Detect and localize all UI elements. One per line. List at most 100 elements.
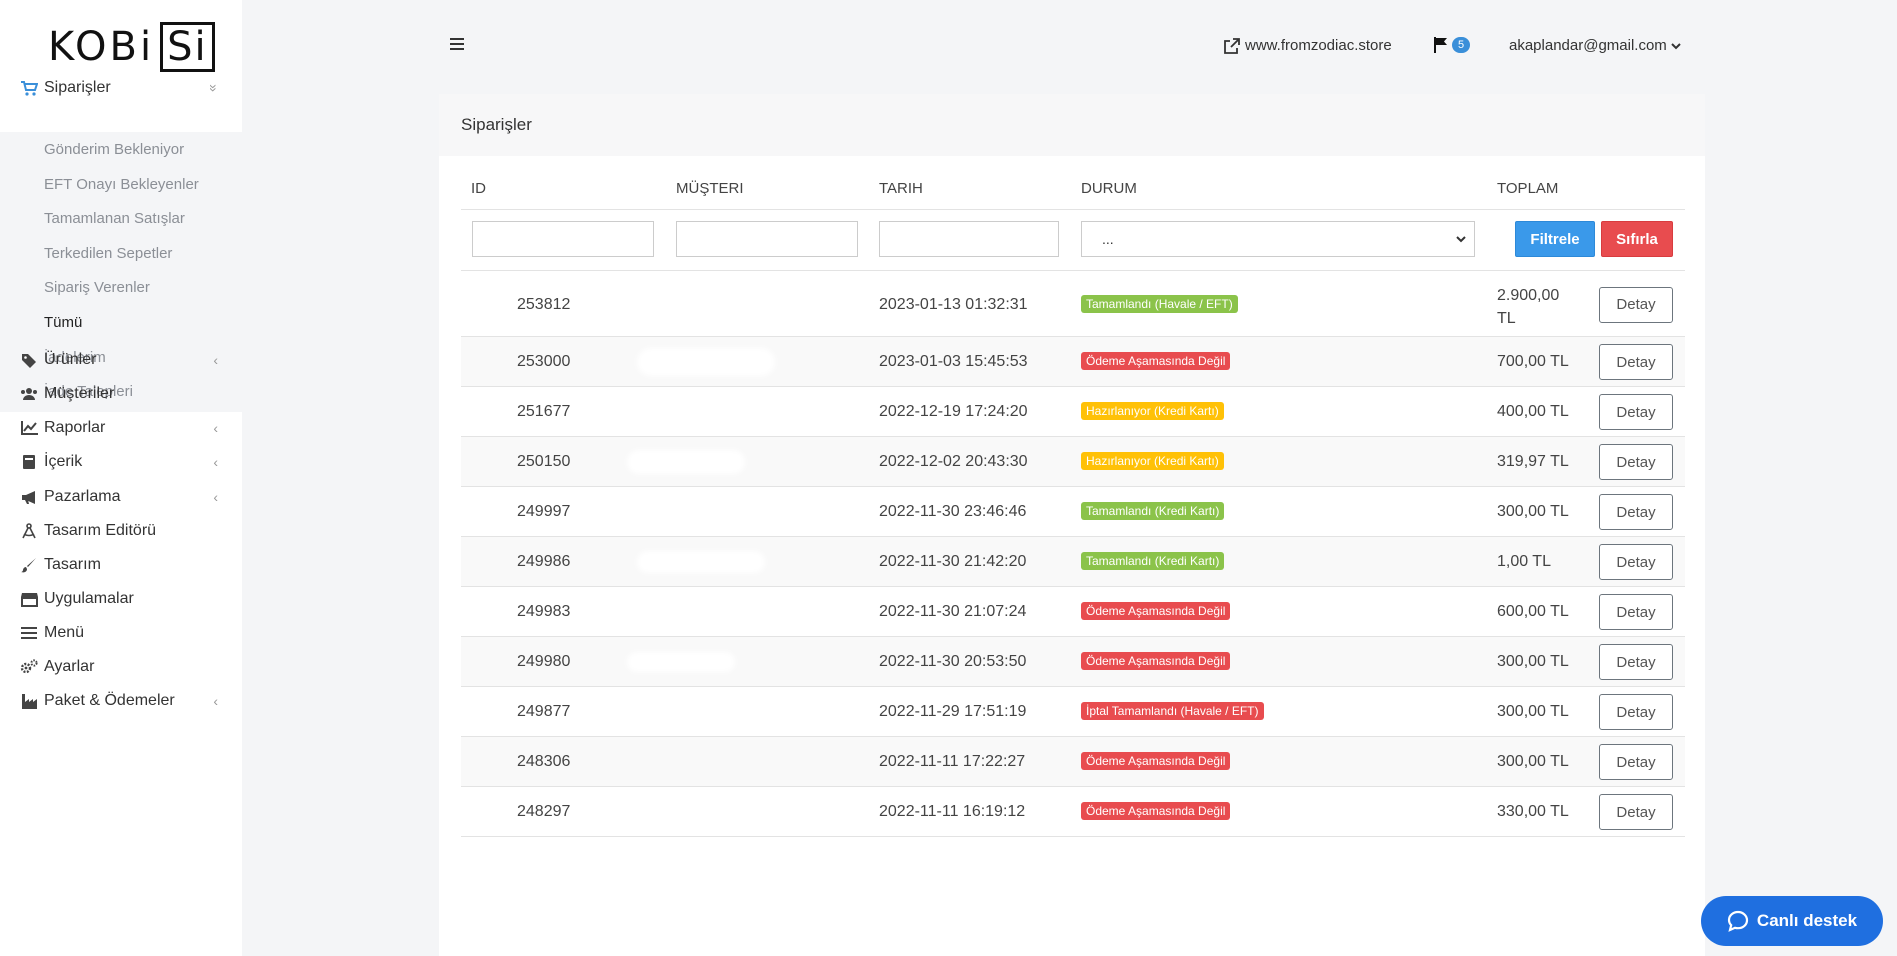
detail-button[interactable]: Detay (1599, 444, 1673, 480)
order-total: 2.900,00 TL (1497, 287, 1560, 327)
chevron-left-icon: ‹ (213, 454, 218, 470)
order-total: 600,00 TL (1497, 603, 1569, 620)
users-icon (19, 387, 39, 401)
order-total: 700,00 TL (1497, 353, 1569, 370)
logo-text-si: Si (160, 22, 215, 72)
redacted-customer (641, 710, 741, 714)
kobisi-logo[interactable]: KOBi Si (48, 21, 215, 73)
table-row: 249986 2022-11-30 21:42:20 Tamamlandı (Kre… (461, 537, 1685, 587)
order-id: 250150 (517, 453, 571, 470)
status-badge: Ödeme Aşamasında Değil (1081, 652, 1231, 670)
filter-button[interactable]: Filtrele (1515, 221, 1595, 257)
submenu-item-customers-ordered[interactable]: Sipariş Verenler (44, 279, 150, 296)
submenu-item-abandoned-carts[interactable]: Terkedilen Sepetler (44, 245, 172, 262)
detail-button[interactable]: Detay (1599, 744, 1673, 780)
sidebar-item-label: Pazarlama (44, 488, 121, 505)
order-date: 2022-12-19 17:24:20 (879, 403, 1028, 420)
sidebar-item-book[interactable]: İçerik ‹ (0, 442, 242, 482)
status-badge: Tamamlandı (Kredi Kartı) (1081, 502, 1225, 520)
order-id: 249980 (517, 653, 571, 670)
table-row: 251677 2022-12-19 17:24:20 Hazırlanıyor (K… (461, 387, 1685, 437)
redacted-customer (771, 411, 775, 413)
submenu-item-awaiting-shipment[interactable]: Gönderim Bekleniyor (44, 141, 184, 158)
notifications[interactable]: 5 (1434, 37, 1471, 53)
detail-button[interactable]: Detay (1599, 544, 1673, 580)
filter-date-input[interactable] (879, 221, 1059, 257)
order-id: 249983 (517, 603, 571, 620)
brush-icon (19, 557, 39, 573)
chevron-down-icon (1456, 236, 1466, 243)
order-id: 248306 (517, 753, 571, 770)
sidebar-item-label: Menü (44, 624, 85, 641)
table-row: 249877 2022-11-29 17:51:19 İptal Tamamland… (461, 687, 1685, 737)
store-icon (19, 592, 39, 607)
submenu-item-completed-sales[interactable]: Tamamlanan Satışlar (44, 210, 185, 227)
reset-button[interactable]: Sıfırla (1601, 221, 1673, 257)
filter-id-input[interactable] (472, 221, 654, 257)
status-badge: Tamamlandı (Kredi Kartı) (1081, 552, 1225, 570)
chevron-left-icon: ‹ (213, 352, 218, 368)
sidebar-item-cart[interactable]: Siparişler » (0, 68, 242, 108)
cart-icon (19, 80, 39, 96)
redacted-customer (631, 656, 731, 668)
header-id: ID (471, 180, 486, 197)
order-id: 249986 (517, 553, 571, 570)
order-id: 253000 (517, 353, 571, 370)
detail-button[interactable]: Detay (1599, 344, 1673, 380)
sidebar-item-label: Siparişler (44, 79, 111, 96)
order-date: 2022-11-30 20:53:50 (879, 653, 1027, 670)
order-id: 248297 (517, 803, 571, 820)
chevron-left-icon: ‹ (213, 489, 218, 505)
sidebar-item-label: Paket & Ödemeler (44, 692, 175, 709)
order-total: 300,00 TL (1497, 653, 1569, 670)
chevron-left-icon: ‹ (213, 420, 218, 436)
order-total: 300,00 TL (1497, 703, 1569, 720)
filter-customer-input[interactable] (676, 221, 858, 257)
order-total: 319,97 TL (1497, 453, 1569, 470)
user-menu[interactable]: akaplandar@gmail.com (1509, 37, 1681, 54)
industry-icon (19, 693, 39, 709)
detail-button[interactable]: Detay (1599, 794, 1673, 830)
notification-badge: 5 (1452, 37, 1471, 53)
detail-button[interactable]: Detay (1599, 494, 1673, 530)
order-date: 2022-11-30 21:07:24 (879, 603, 1027, 620)
sidebar-item-label: Müşteriler (44, 385, 115, 402)
book-icon (19, 454, 39, 470)
order-date: 2022-12-02 20:43:30 (879, 453, 1028, 470)
filter-status-value: ... (1102, 231, 1114, 247)
sidebar-item-label: Ürünler (44, 351, 97, 368)
order-total: 300,00 TL (1497, 753, 1569, 770)
order-date: 2022-11-11 16:19:12 (879, 803, 1026, 820)
menu-toggle-icon[interactable] (450, 38, 464, 50)
detail-button[interactable]: Detay (1599, 594, 1673, 630)
user-email: akaplandar@gmail.com (1509, 37, 1667, 54)
detail-button[interactable]: Detay (1599, 694, 1673, 730)
chart-line-icon (19, 421, 39, 435)
filter-status-select[interactable]: ... (1081, 221, 1475, 257)
order-id: 249997 (517, 503, 571, 520)
drafting-compass-icon (19, 523, 39, 539)
external-link-icon (1224, 37, 1240, 54)
sidebar-item-label: İçerik (44, 453, 83, 470)
order-date: 2022-11-29 17:51:19 (879, 703, 1027, 720)
sidebar-item-label: Tasarım Editörü (44, 522, 157, 539)
detail-button[interactable]: Detay (1599, 644, 1673, 680)
live-support-label: Canlı destek (1756, 911, 1858, 930)
detail-button[interactable]: Detay (1599, 394, 1673, 430)
store-link[interactable]: www.fromzodiac.store (1224, 37, 1392, 54)
submenu-item-all[interactable]: Tümü (44, 314, 82, 331)
sidebar-item-label: Ayarlar (44, 658, 95, 675)
redacted-customer (641, 352, 771, 372)
live-support-button[interactable]: Canlı destek (1701, 896, 1883, 946)
order-total: 300,00 TL (1497, 503, 1569, 520)
header-customer: MÜŞTERI (676, 180, 744, 197)
order-date: 2022-11-30 21:42:20 (879, 553, 1027, 570)
table-row: 250150 2022-12-02 20:43:30 Hazırlanıyor (K… (461, 437, 1685, 487)
sidebar-item-industry[interactable]: Paket & Ödemeler ‹ (0, 681, 242, 721)
order-date: 2022-11-30 23:46:46 (879, 503, 1027, 520)
redacted-customer (731, 511, 735, 513)
table-row: 249997 2022-11-30 23:46:46 Tamamlandı (Kre… (461, 487, 1685, 537)
submenu-item-eft-pending[interactable]: EFT Onayı Bekleyenler (44, 176, 199, 193)
table-row: 249983 2022-11-30 21:07:24 Ödeme Aşamasınd… (461, 587, 1685, 637)
detail-button[interactable]: Detay (1599, 286, 1673, 323)
